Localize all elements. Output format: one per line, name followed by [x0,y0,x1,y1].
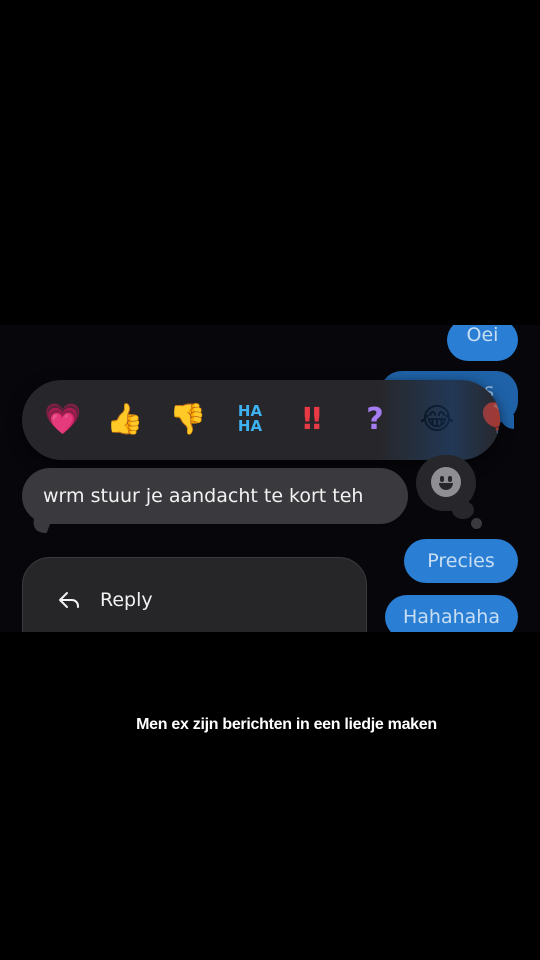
reply-label: Reply [100,589,153,611]
message-outgoing-oei[interactable]: Oei [447,325,518,361]
bar-fade [380,380,500,460]
exclamation-reaction-icon[interactable]: ‼ [292,400,332,440]
smiley-mouth [439,483,453,490]
message-text: wrm stuur je aandacht te kort teh [43,485,364,507]
tapback-reaction-bar: 💗 👍 👎 HA HA ‼ ? 😂 🎈 [22,380,500,460]
chat-screenshot: Oei s 💗 👍 👎 HA HA ‼ ? 😂 🎈 [0,325,540,632]
message-text: Precies [427,550,495,572]
heart-reaction-icon[interactable]: 💗 [43,400,83,440]
smiley-face-icon [431,467,461,497]
message-text: Hahahaha [403,606,500,628]
message-incoming-selected[interactable]: wrm stuur je aandacht te kort teh [22,468,408,524]
thumbs-up-reaction-icon[interactable]: 👍 [105,400,145,440]
haha-reaction-icon[interactable]: HA HA [230,404,270,444]
video-caption: Men ex zijn berichten in een liedje make… [136,716,437,733]
thumbs-down-reaction-icon[interactable]: 👎 [168,400,208,440]
smiley-eye [448,476,452,482]
smiley-eye [440,476,444,482]
message-outgoing-hahahaha[interactable]: Hahahaha [385,595,518,632]
page: Oei s 💗 👍 👎 HA HA ‼ ? 😂 🎈 [0,0,540,960]
bubble-dot [452,501,474,519]
reply-arrow-icon [59,592,79,608]
message-text: Oei [466,325,499,346]
bubble-dot [471,518,482,529]
message-outgoing-precies[interactable]: Precies [404,539,518,583]
message-context-menu: Reply [22,557,367,632]
haha-bottom: HA [237,417,263,435]
reply-menu-item[interactable]: Reply [23,578,366,622]
bubble-tail [500,415,514,429]
